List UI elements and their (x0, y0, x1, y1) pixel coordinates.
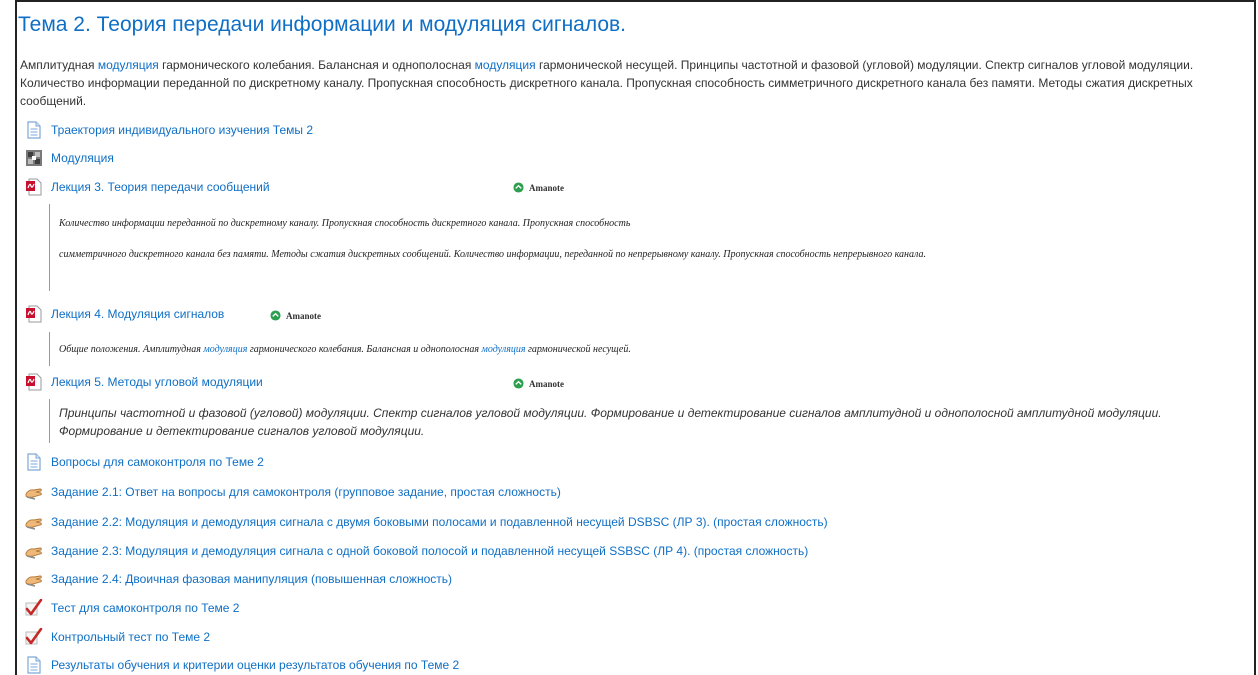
page-icon (25, 453, 43, 471)
activity-task-2-4[interactable]: Задание 2.4: Двоичная фазовая манипуляци… (25, 569, 452, 589)
amanote-icon (513, 182, 524, 193)
activity-task-2-3[interactable]: Задание 2.3: Модуляция и демодуляция сиг… (25, 541, 808, 561)
activity-modulation[interactable]: Модуляция (25, 148, 114, 168)
assignment-icon (25, 570, 43, 588)
activity-lecture-3[interactable]: Лекция 3. Теория передачи сообщений (25, 177, 270, 197)
assignment-icon (25, 513, 43, 531)
activity-link[interactable]: Лекция 4. Модуляция сигналов (51, 307, 224, 321)
activity-lecture-5[interactable]: Лекция 5. Методы угловой модуляции (25, 372, 263, 392)
activity-link[interactable]: Задание 2.2: Модуляция и демодуляция сиг… (51, 515, 828, 529)
pdf-icon (25, 178, 43, 196)
glossary-link-modulation[interactable]: модуляция (481, 344, 525, 355)
amanote-button[interactable]: Amanote (270, 310, 321, 321)
assignment-icon (25, 483, 43, 501)
activity-link[interactable]: Задание 2.4: Двоичная фазовая манипуляци… (51, 572, 452, 586)
page-icon (25, 656, 43, 674)
amanote-button[interactable]: Amanote (513, 182, 564, 193)
activity-link[interactable]: Модуляция (51, 151, 114, 165)
activity-link[interactable]: Контрольный тест по Теме 2 (51, 630, 210, 644)
activity-link[interactable]: Лекция 5. Методы угловой модуляции (51, 375, 263, 389)
scorm-package-icon (25, 149, 43, 167)
amanote-icon (270, 310, 281, 321)
quiz-checkmark-icon (25, 628, 43, 646)
activity-results[interactable]: Результаты обучения и критерии оценки ре… (25, 655, 459, 675)
activity-link[interactable]: Тест для самоконтроля по Теме 2 (51, 601, 239, 615)
quiz-checkmark-icon (25, 599, 43, 617)
lecture-5-description: Принципы частотной и фазовой (угловой) м… (49, 399, 1229, 443)
activity-link[interactable]: Лекция 3. Теория передачи сообщений (51, 180, 270, 194)
glossary-link-modulation[interactable]: модуляция (475, 58, 536, 72)
glossary-link-modulation[interactable]: модуляция (203, 344, 247, 355)
activity-lecture-4[interactable]: Лекция 4. Модуляция сигналов (25, 304, 224, 324)
activity-self-test[interactable]: Тест для самоконтроля по Теме 2 (25, 598, 239, 618)
pdf-icon (25, 305, 43, 323)
activity-trajectory[interactable]: Траектория индивидуального изучения Темы… (25, 120, 313, 140)
activity-control-test[interactable]: Контрольный тест по Теме 2 (25, 627, 210, 647)
activity-questions[interactable]: Вопросы для самоконтроля по Теме 2 (25, 452, 264, 472)
activity-link[interactable]: Задание 2.1: Ответ на вопросы для самоко… (51, 485, 561, 499)
amanote-icon (513, 378, 524, 389)
section-title: Тема 2. Теория передачи информации и мод… (18, 13, 627, 36)
page-icon (25, 121, 43, 139)
section-summary: Амплитудная модуляция гармонического кол… (20, 58, 1194, 108)
lecture-3-description: Количество информации переданной по диск… (49, 204, 1229, 291)
amanote-button[interactable]: Amanote (513, 378, 564, 389)
assignment-icon (25, 542, 43, 560)
activity-link[interactable]: Результаты обучения и критерии оценки ре… (51, 658, 459, 672)
pdf-icon (25, 373, 43, 391)
lecture-4-description: Общие положения. Амплитудная модуляция г… (49, 332, 1229, 366)
activity-task-2-2[interactable]: Задание 2.2: Модуляция и демодуляция сиг… (25, 512, 828, 532)
glossary-link-modulation[interactable]: модуляция (98, 58, 159, 72)
activity-link[interactable]: Вопросы для самоконтроля по Теме 2 (51, 455, 264, 469)
activity-link[interactable]: Траектория индивидуального изучения Темы… (51, 123, 313, 137)
activity-task-2-1[interactable]: Задание 2.1: Ответ на вопросы для самоко… (25, 482, 561, 502)
activity-link[interactable]: Задание 2.3: Модуляция и демодуляция сиг… (51, 544, 808, 558)
